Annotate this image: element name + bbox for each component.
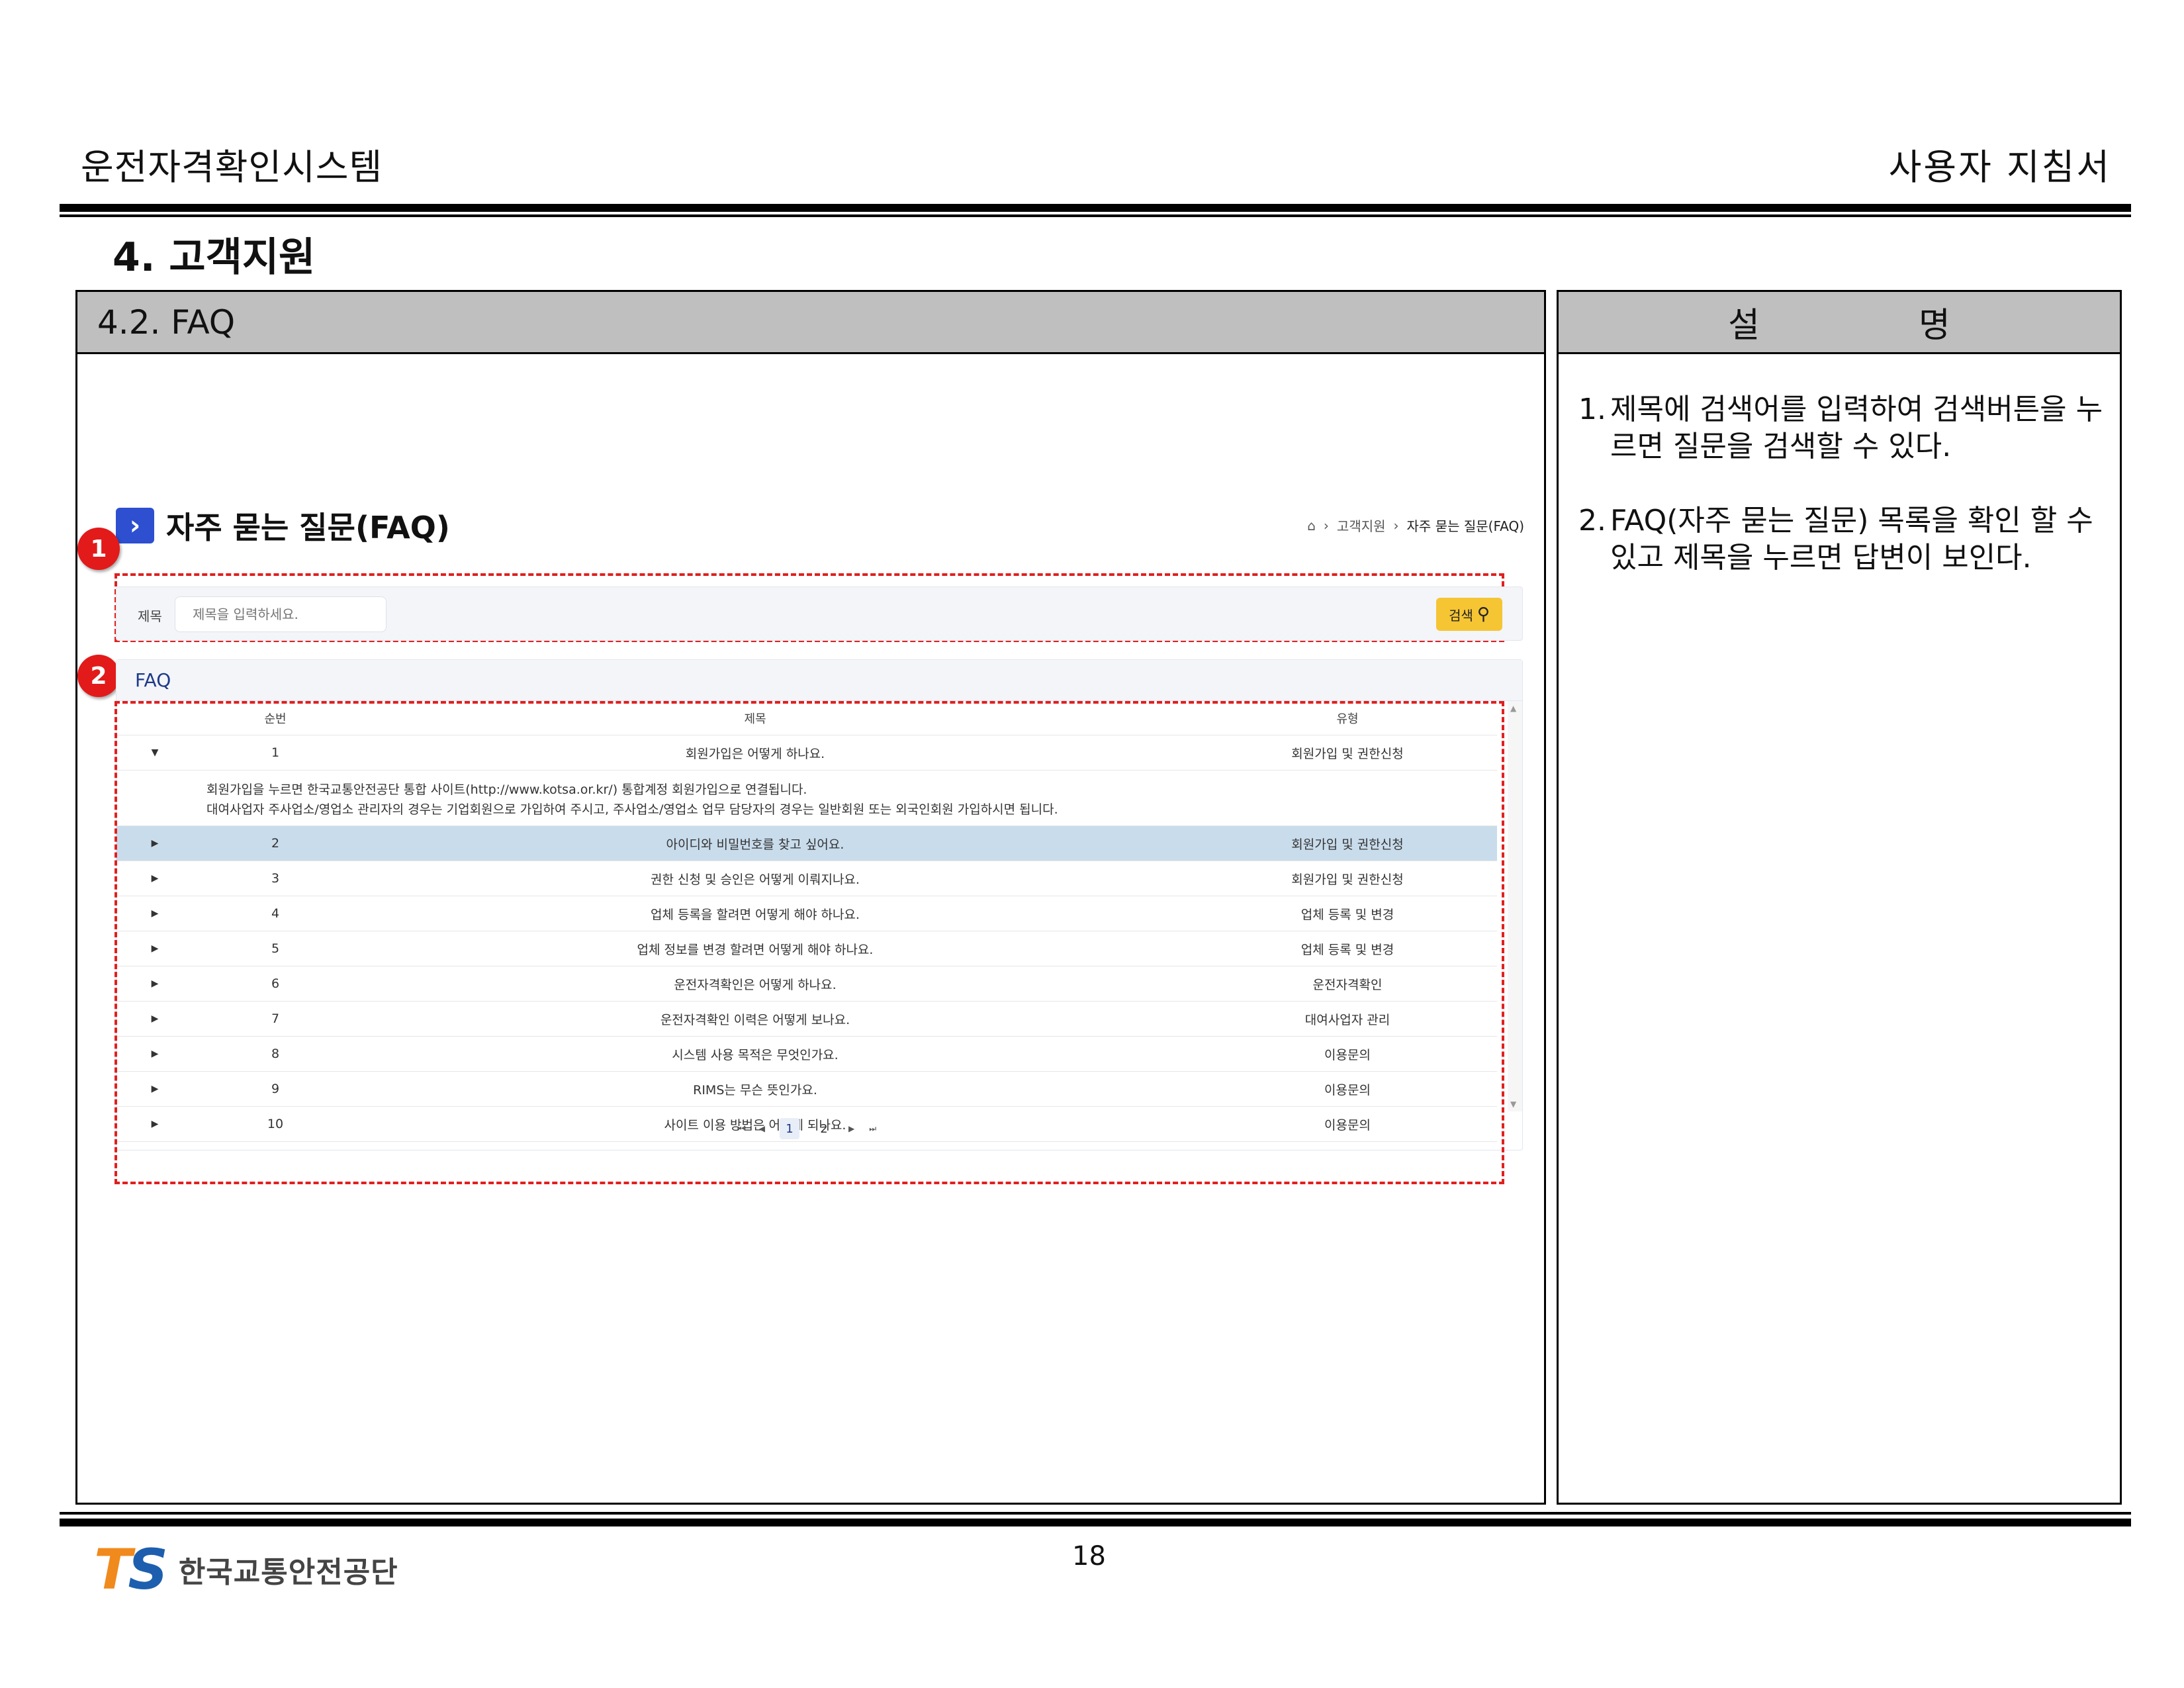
scroll-up-icon[interactable]: ▲ [1510, 704, 1516, 713]
callout-marker-1: 1 [77, 528, 120, 570]
description-header: 설 명 [1559, 292, 2120, 354]
breadcrumb-separator-icon: › [1393, 517, 1399, 534]
home-icon[interactable]: ⌂ [1307, 518, 1316, 534]
section-title: 4. 고객지원 [113, 234, 316, 281]
faq-screenshot: › 자주 묻는 질문(FAQ) ⌂ › 고객지원 › 자주 묻는 질문(FAQ)… [77, 292, 1544, 1503]
callout-marker-2: 2 [77, 655, 120, 697]
system-title: 운전자격확인시스템 [81, 146, 383, 188]
breadcrumb-item[interactable]: 고객지원 [1337, 516, 1386, 535]
ts-logo-mark: TS [94, 1537, 168, 1602]
description-item: 2. FAQ(자주 묻는 질문) 목록을 확인 할 수 있고 제목을 누르면 답… [1578, 502, 2108, 577]
callout-box-faq-list [114, 701, 1504, 1184]
description-text: 제목에 검색어를 입력하여 검색버튼을 누르면 질문을 검색할 수 있다. [1610, 393, 2103, 463]
breadcrumb: ⌂ › 고객지원 › 자주 묻는 질문(FAQ) [1307, 516, 1524, 535]
faq-screen-panel: 4.2. FAQ › 자주 묻는 질문(FAQ) ⌂ › 고객지원 › 자주 묻… [75, 290, 1546, 1505]
faq-card-title: FAQ [116, 660, 1522, 701]
description-header-part1: 설 [1728, 306, 1760, 346]
description-header-part2: 명 [1919, 306, 1950, 346]
header-rule [60, 204, 2131, 212]
footer-rule-thin [60, 1512, 2131, 1515]
description-list: 1. 제목에 검색어를 입력하여 검색버튼을 누르면 질문을 검색할 수 있다.… [1578, 391, 2108, 614]
description-num: 2. [1578, 504, 1606, 538]
page-number: 18 [1072, 1541, 1106, 1571]
search-icon: ⚲ [1477, 604, 1490, 624]
description-num: 1. [1578, 393, 1606, 426]
footer-rule [60, 1519, 2131, 1526]
description-item: 1. 제목에 검색어를 입력하여 검색버튼을 누르면 질문을 검색할 수 있다. [1578, 391, 2108, 465]
search-input[interactable] [175, 596, 387, 632]
description-text: FAQ(자주 묻는 질문) 목록을 확인 할 수 있고 제목을 누르면 답변이 … [1610, 504, 2093, 575]
header-rule-thin [60, 214, 2131, 217]
page-title: 자주 묻는 질문(FAQ) [166, 510, 450, 545]
page-heading: › 자주 묻는 질문(FAQ) [116, 504, 450, 547]
breadcrumb-separator-icon: › [1323, 517, 1329, 534]
scroll-down-icon[interactable]: ▼ [1510, 1100, 1516, 1109]
org-logo: TS 한국교통안전공단 [94, 1542, 398, 1597]
manual-title: 사용자 지침서 [1888, 146, 2111, 188]
table-scrollbar[interactable]: ▲ ▼ [1508, 701, 1522, 1111]
search-bar: 제목 검색 ⚲ [116, 586, 1523, 641]
chevron-right-icon: › [116, 508, 154, 543]
search-label: 제목 [138, 608, 162, 624]
search-button[interactable]: 검색 ⚲ [1436, 598, 1502, 631]
org-logo-text: 한국교통안전공단 [178, 1556, 398, 1589]
description-panel: 설 명 1. 제목에 검색어를 입력하여 검색버튼을 누르면 질문을 검색할 수… [1557, 290, 2122, 1505]
search-button-label: 검색 [1449, 607, 1473, 624]
breadcrumb-current: 자주 묻는 질문(FAQ) [1406, 518, 1524, 534]
